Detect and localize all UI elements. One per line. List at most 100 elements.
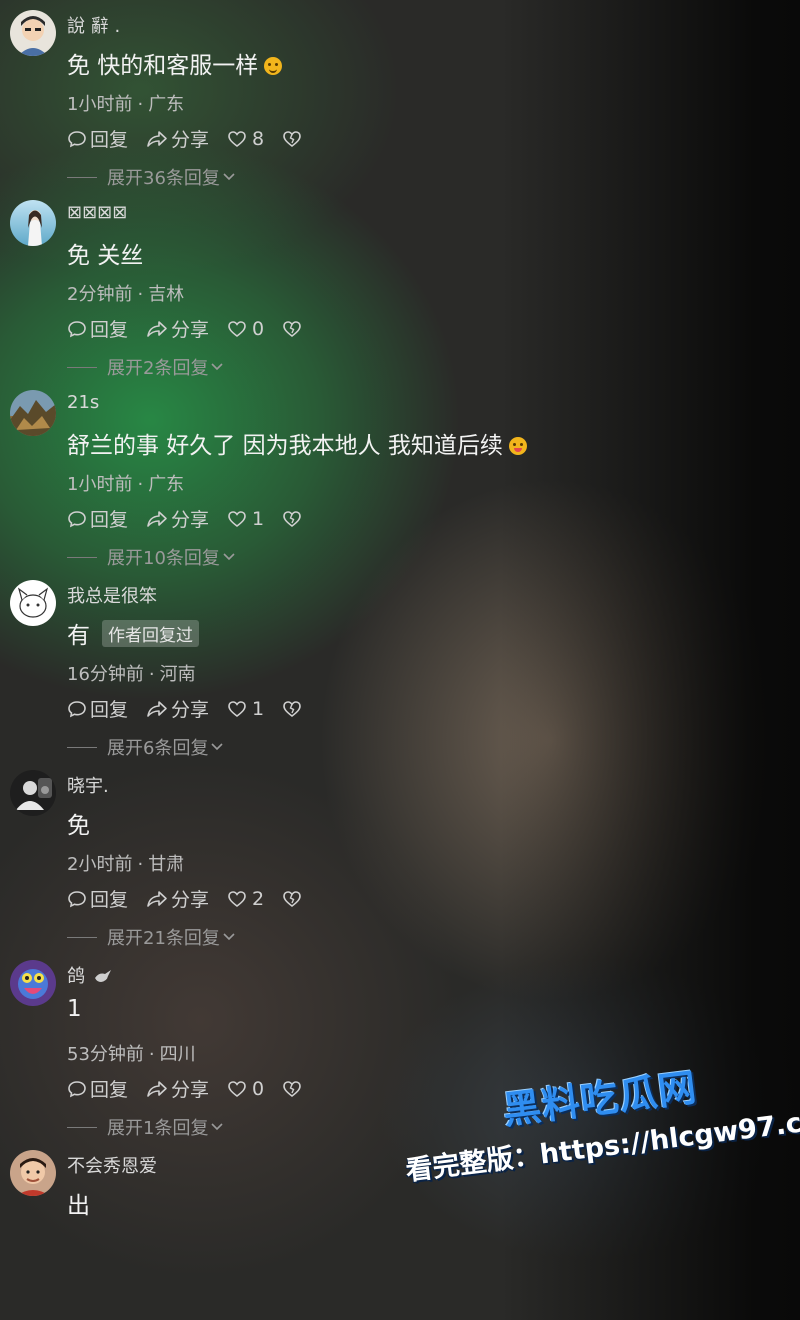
like-button[interactable]: 0 <box>227 1078 264 1100</box>
like-count: 8 <box>252 127 265 150</box>
dislike-button[interactable] <box>282 890 305 908</box>
like-count: 2 <box>252 887 265 910</box>
chevron-down-icon <box>211 363 224 371</box>
avatar[interactable] <box>10 770 56 816</box>
comment-location: 四川 <box>159 1044 196 1065</box>
avatar[interactable] <box>10 10 56 56</box>
share-label: 分享 <box>171 889 210 911</box>
reply-bubble-icon <box>68 320 86 337</box>
username[interactable]: 不会秀恩爱 <box>67 1152 157 1178</box>
like-button[interactable]: 2 <box>227 888 264 910</box>
expand-replies-label: 展开21条回复 <box>107 928 220 949</box>
reply-bubble-icon <box>68 1080 86 1097</box>
broken-heart-icon <box>283 1080 301 1097</box>
comment-meta: 53分钟前 · 四川 <box>67 1044 196 1065</box>
share-label: 分享 <box>171 129 210 151</box>
share-button[interactable]: 分享 <box>146 695 209 722</box>
chevron-down-icon <box>223 173 235 181</box>
comment-actions: 回复 分享 8 <box>67 125 323 152</box>
username[interactable]: 晓宇. <box>67 772 109 798</box>
share-arrow-icon <box>147 320 167 337</box>
comment-text-content: 1 <box>67 996 82 1022</box>
comment-location: 广东 <box>148 94 185 115</box>
reply-button[interactable]: 回复 <box>67 125 128 152</box>
chevron-down-icon <box>211 1123 224 1131</box>
comment-text-content: 免 <box>67 813 90 839</box>
expand-replies-button[interactable]: 展开6条回复 <box>67 734 224 760</box>
avatar[interactable] <box>10 200 56 246</box>
dislike-button[interactable] <box>282 320 305 338</box>
reply-button[interactable]: 回复 <box>67 885 128 912</box>
like-button[interactable]: 1 <box>227 508 264 530</box>
reply-bubble-icon <box>68 890 86 907</box>
username[interactable]: ⊠⊠⊠⊠ <box>67 202 127 223</box>
reply-button[interactable]: 回复 <box>67 695 128 722</box>
comment-text: 1 <box>67 996 82 1022</box>
username-text: 鸽 <box>67 966 85 987</box>
reply-button[interactable]: 回复 <box>67 505 128 532</box>
reply-bubble-icon <box>68 130 86 147</box>
share-button[interactable]: 分享 <box>146 505 209 532</box>
expand-replies-label: 展开10条回复 <box>107 548 220 569</box>
author-replied-badge: 作者回复过 <box>102 619 199 647</box>
expand-replies-button[interactable]: 展开36条回复 <box>67 164 236 190</box>
heart-icon <box>228 1080 246 1097</box>
comment-location: 河南 <box>159 664 196 685</box>
comment-time: 1小时前 <box>67 94 133 115</box>
comment-meta: 1小时前 · 广东 <box>67 94 185 115</box>
comment-item: 21s 舒兰的事 好久了 因为我本地人 我知道后续 1小时前 · 广东 回复 分享 … <box>0 380 800 570</box>
username[interactable]: 鸽 <box>67 962 113 988</box>
share-button[interactable]: 分享 <box>146 125 209 152</box>
share-button[interactable]: 分享 <box>146 315 209 342</box>
username[interactable]: 說 辭 . <box>67 12 120 38</box>
comment-text-content: 舒兰的事 好久了 因为我本地人 我知道后续 <box>67 433 503 459</box>
comment-text-content: 免 快的和客服一样 <box>67 53 259 79</box>
reply-button[interactable]: 回复 <box>67 1075 128 1102</box>
avatar[interactable] <box>10 580 56 626</box>
like-count: 1 <box>252 697 265 720</box>
broken-heart-icon <box>283 510 301 527</box>
like-button[interactable]: 1 <box>227 698 264 720</box>
comment-text-content: 出 <box>67 1193 90 1219</box>
comment-location: 吉林 <box>148 284 185 305</box>
like-button[interactable]: 0 <box>227 318 264 340</box>
chevron-down-icon <box>223 933 235 941</box>
share-arrow-icon <box>147 130 167 147</box>
expand-replies-button[interactable]: 展开21条回复 <box>67 924 236 950</box>
dislike-button[interactable] <box>282 130 305 148</box>
username[interactable]: 21s <box>67 392 99 413</box>
comment-actions: 回复 分享 0 <box>67 1075 323 1102</box>
comment-item: 說 辭 . 免 快的和客服一样 1小时前 · 广东 回复 分享 8 展开36条回… <box>0 0 800 190</box>
like-button[interactable]: 8 <box>227 128 264 150</box>
expand-replies-label: 展开6条回复 <box>107 738 209 759</box>
avatar[interactable] <box>10 1150 56 1196</box>
comment-actions: 回复 分享 0 <box>67 315 323 342</box>
share-button[interactable]: 分享 <box>146 1075 209 1102</box>
reply-button[interactable]: 回复 <box>67 315 128 342</box>
share-button[interactable]: 分享 <box>146 885 209 912</box>
share-arrow-icon <box>147 700 167 717</box>
comment-text: 出 <box>67 1186 90 1220</box>
tongue-emoji-icon <box>508 437 527 455</box>
comment-actions: 回复 分享 2 <box>67 885 323 912</box>
username[interactable]: 我总是很笨 <box>67 582 157 608</box>
share-label: 分享 <box>171 319 210 341</box>
avatar[interactable] <box>10 960 56 1006</box>
dislike-button[interactable] <box>282 1080 305 1098</box>
comment-actions: 回复 分享 1 <box>67 505 323 532</box>
comment-location: 广东 <box>148 474 185 495</box>
avatar[interactable] <box>10 390 56 436</box>
expand-replies-button[interactable]: 展开10条回复 <box>67 544 236 570</box>
comment-text-content: 免 关丝 <box>67 243 144 269</box>
share-label: 分享 <box>171 1079 210 1101</box>
dislike-button[interactable] <box>282 700 305 718</box>
comment-text-content: 有 <box>67 623 90 649</box>
dislike-button[interactable] <box>282 510 305 528</box>
comment-time: 53分钟前 <box>67 1044 144 1065</box>
heart-icon <box>228 890 246 907</box>
comment-meta: 16分钟前 · 河南 <box>67 664 196 685</box>
expand-replies-button[interactable]: 展开2条回复 <box>67 354 224 380</box>
comment-actions: 回复 分享 1 <box>67 695 323 722</box>
broken-heart-icon <box>283 130 301 147</box>
expand-replies-button[interactable]: 展开1条回复 <box>67 1114 224 1140</box>
